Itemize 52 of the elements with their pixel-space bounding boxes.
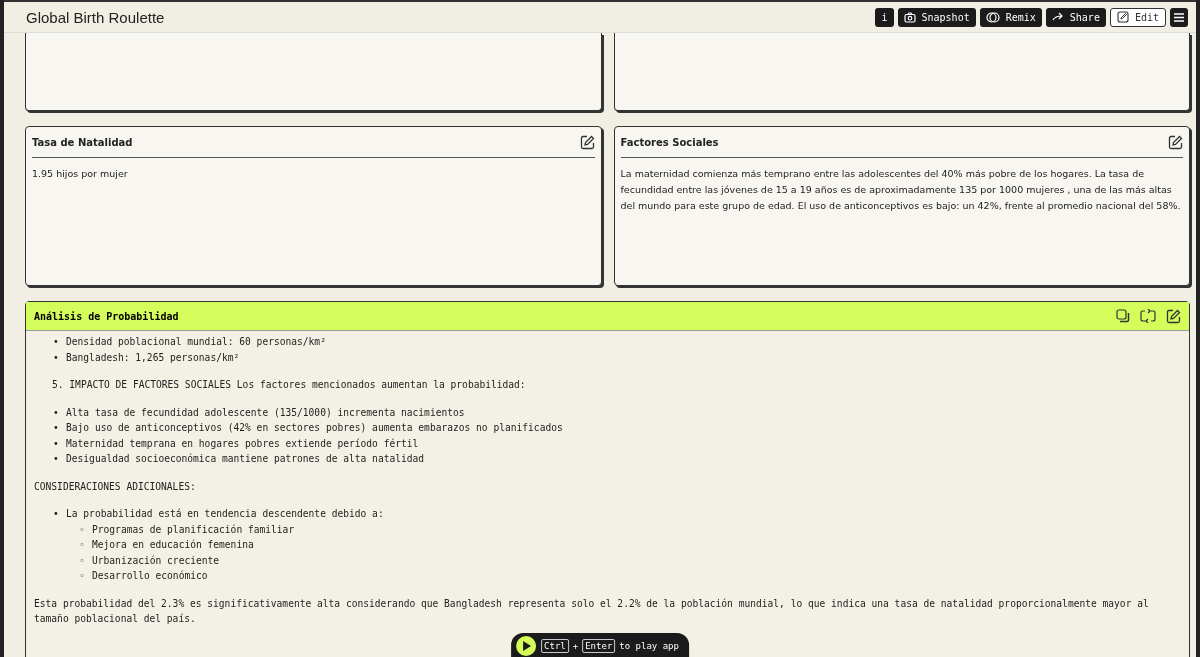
card-title: Factores Sociales: [620, 136, 719, 148]
camera-icon: [903, 11, 916, 23]
list-item: Bangladesh: 1,265 personas/km²: [66, 350, 240, 365]
plus-sign: +: [572, 641, 579, 651]
bullet-mark: ◦: [78, 522, 86, 537]
bullet-mark: •: [52, 405, 60, 420]
refresh-icon[interactable]: [1140, 308, 1156, 323]
play-icon[interactable]: [515, 635, 538, 657]
panel-title: Análisis de Probabilidad: [34, 310, 179, 322]
bullet-mark: •: [52, 421, 60, 435]
list-item: Desarrollo económico: [92, 569, 208, 583]
remix-button[interactable]: Remix: [979, 7, 1042, 27]
list-item: La probabilidad está en tendencia descendente debido a:: [66, 507, 384, 521]
paragraph: Esta probabilidad del 2.3% es significativamente alta considerando que Bangladesh representa solo el 2.2% de la población mundial, lo que indica una tasa de natalidad proporcionalmente mayor al tamaño poblacional del país.: [34, 596, 1150, 626]
edit-button[interactable]: Edit: [1109, 7, 1166, 27]
bullet-mark: ◦: [78, 553, 86, 568]
arrow-icon: [1051, 12, 1064, 22]
numbered-item: 5. IMPACTO DE FACTORES SOCIALES Los factores mencionados aumentan la probabilidad:: [51, 378, 527, 392]
bullet-mark: ◦: [78, 569, 86, 583]
app-title: Global Birth Roulette: [26, 8, 166, 26]
paragraph: CONSIDERACIONES ADICIONALES:: [34, 479, 197, 494]
copy-icon[interactable]: [1116, 308, 1130, 323]
circles-icon: [985, 11, 1000, 23]
list-item: Urbanización creciente: [92, 553, 220, 568]
bullet-mark: •: [52, 350, 60, 365]
menu-button[interactable]: [1170, 7, 1188, 27]
bullet-mark: •: [52, 507, 60, 521]
share-button[interactable]: Share: [1045, 7, 1106, 27]
card-title: Tasa de Natalidad: [32, 136, 133, 148]
edit-icon[interactable]: [579, 134, 595, 150]
snapshot-button[interactable]: Snapshot: [897, 7, 976, 27]
edit-icon[interactable]: [1166, 308, 1181, 324]
list-item: Bajo uso de anticonceptivos (42% en sectores pobres) aumenta embarazos no planificados: [66, 421, 563, 435]
edit-icon[interactable]: [1168, 134, 1183, 150]
edit-icon: [1116, 11, 1129, 23]
card-text: La maternidad comienza más temprano entre las adolescentes del 40% más pobre de los hogares. La tasa de fecundidad entre las jóvenes de 15 a 19 años es de aproximadamente 135 por 1000 mujeres , una de las más altas del mundo para este grupo de edad. El uso de anticonceptivos es bajo: un 42%, frente al promedio nacional del 58%.: [620, 167, 1182, 213]
bullet-mark: •: [52, 436, 60, 451]
list-item: Programas de planificación familiar: [92, 522, 295, 537]
card-text: 1.95 hijos por mujer: [32, 167, 129, 181]
list-item: Densidad poblacional mundial: 60 personas/km²: [66, 335, 326, 349]
key-label: Ctrl: [541, 639, 569, 653]
list-item: Mejora en educación femenina: [92, 538, 254, 552]
info-button[interactable]: i: [875, 7, 894, 27]
play-hint: to play app: [619, 641, 679, 651]
list-item: Alta tasa de fecundidad adolescente (135/1000) incrementa nacimientos: [66, 405, 465, 420]
bullet-mark: •: [52, 335, 60, 349]
menu-icon: [1174, 12, 1184, 22]
key-label: Enter: [582, 639, 616, 653]
bullet-mark: ◦: [78, 538, 86, 552]
bullet-mark: •: [52, 452, 60, 466]
list-item: Desigualdad socioeconómica mantiene patrones de alta natalidad: [66, 452, 425, 466]
list-item: Maternidad temprana en hogares pobres extiende período fértil: [66, 436, 419, 451]
